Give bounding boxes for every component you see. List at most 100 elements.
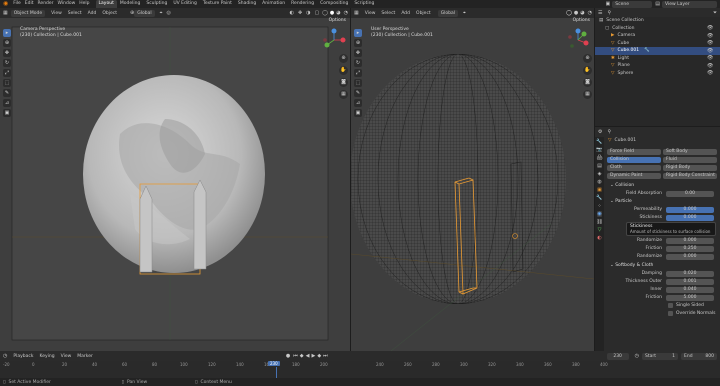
scale-tool-icon[interactable]: ⤢	[3, 69, 11, 77]
outliner-item-light[interactable]: ✱ Light	[595, 55, 720, 63]
rotate-tool-icon[interactable]: ↻	[354, 59, 362, 67]
permeability-field[interactable]: 0.000	[666, 206, 714, 213]
particles-tab-icon[interactable]: ⁘	[597, 203, 601, 209]
outliner-scene-collection[interactable]: ▤ Scene Collection	[595, 17, 720, 25]
tab-modeling[interactable]: Modeling	[117, 0, 143, 8]
search-icon[interactable]: ⚲	[605, 129, 613, 135]
zoom-icon[interactable]: ⊕	[583, 54, 592, 63]
tab-layout[interactable]: Layout	[95, 0, 117, 8]
clock-icon[interactable]: ◷	[632, 353, 642, 359]
tab-uv-editing[interactable]: UV Editing	[170, 0, 199, 8]
friction-field[interactable]: 0.250	[666, 245, 714, 252]
constraints-tab-icon[interactable]: ⛓	[596, 219, 602, 225]
rotate-tool-icon[interactable]: ↻	[3, 59, 11, 67]
view-layer-tab-icon[interactable]: ▤	[597, 163, 602, 169]
shading-render-icon[interactable]: ◔	[586, 10, 594, 16]
editor-type-icon[interactable]: ▦	[3, 10, 11, 16]
data-tab-icon[interactable]: ▽	[598, 227, 602, 233]
collision-button[interactable]: Collision	[607, 156, 661, 163]
menu-select[interactable]: Select	[378, 11, 398, 16]
modifier-tab-icon[interactable]: 🔧	[596, 195, 602, 201]
outliner-item-sphere[interactable]: ▽ Sphere	[595, 70, 720, 78]
eye-icon[interactable]: 👁	[707, 55, 713, 63]
end-frame-field[interactable]: End 800	[681, 352, 717, 360]
jump-end-icon[interactable]: ⏭	[322, 353, 329, 359]
outliner-editor-icon[interactable]: ☰	[598, 10, 605, 16]
menu-marker[interactable]: Marker	[74, 354, 96, 359]
menu-playback[interactable]: Playback	[10, 354, 36, 359]
blender-logo-icon[interactable]: ◉	[0, 0, 11, 8]
left-nav-gizmo[interactable]	[322, 28, 346, 52]
menu-file[interactable]: File	[11, 0, 23, 8]
object-tab-icon[interactable]: ▣	[597, 187, 602, 193]
timeline-ruler[interactable]: -20 0 20 40 60 80 100 120 140 160 180 20…	[0, 361, 720, 378]
dynamic-paint-button[interactable]: Dynamic Paint	[607, 172, 661, 179]
gizmo-icon[interactable]: ✥	[296, 10, 304, 16]
zoom-icon[interactable]: ⊕	[339, 54, 348, 63]
tab-animation[interactable]: Animation	[259, 0, 288, 8]
menu-help[interactable]: Help	[77, 0, 91, 8]
tab-compositing[interactable]: Compositing	[317, 0, 351, 8]
tool-tab-icon[interactable]: 🔧	[596, 139, 602, 145]
softbody-section-header[interactable]: ⌄ Softbody & Cloth	[606, 262, 718, 270]
tab-scripting[interactable]: Scripting	[351, 0, 377, 8]
scene-selector[interactable]: Scene	[612, 0, 653, 8]
tab-texture-paint[interactable]: Texture Paint	[200, 0, 235, 8]
menu-select[interactable]: Select	[65, 11, 85, 16]
randomize-field[interactable]: 0.000	[666, 237, 714, 244]
cloth-button[interactable]: Cloth	[607, 164, 661, 171]
right-viewport[interactable]: User Perspective (230) Collection | Cube…	[351, 24, 594, 351]
outliner-item-cube[interactable]: ▽ Cube	[595, 40, 720, 48]
render-tab-icon[interactable]: 📷	[596, 147, 602, 153]
timeline-editor-icon[interactable]: ◷	[3, 353, 10, 359]
ortho-toggle-icon[interactable]: ▦	[339, 90, 348, 99]
measure-tool-icon[interactable]: ⊿	[3, 99, 11, 107]
world-tab-icon[interactable]: ◍	[597, 179, 601, 185]
eye-icon[interactable]: 👁	[707, 33, 713, 41]
fluid-button[interactable]: Fluid	[663, 156, 717, 163]
shading-wire-icon[interactable]: ◯	[321, 10, 329, 16]
menu-window[interactable]: Window	[56, 0, 78, 8]
right-nav-gizmo[interactable]	[566, 28, 590, 52]
force-field-button[interactable]: Force Field	[607, 148, 661, 155]
outliner-item-camera[interactable]: ▶ Camera	[595, 32, 720, 40]
menu-add[interactable]: Add	[85, 11, 100, 16]
eye-icon[interactable]: 👁	[707, 40, 713, 48]
menu-view[interactable]: View	[58, 354, 75, 359]
rigid-body-button[interactable]: Rigid Body	[663, 164, 717, 171]
cursor-tool-icon[interactable]: ⊕	[3, 39, 11, 47]
funnel-icon[interactable]: ⏷	[710, 10, 720, 16]
eye-icon[interactable]: 👁	[707, 63, 713, 71]
inner-field[interactable]: 0.040	[666, 286, 714, 293]
visibility-icon[interactable]: ◐	[288, 10, 296, 16]
snap-icon[interactable]: ⌖	[461, 10, 468, 16]
physics-tab-icon[interactable]: ◉	[597, 211, 602, 217]
menu-add[interactable]: Add	[398, 11, 413, 16]
measure-tool-icon[interactable]: ⊿	[354, 99, 362, 107]
pan-icon[interactable]: ✋	[339, 66, 348, 75]
scene-tab-icon[interactable]: ◈	[598, 171, 602, 177]
particle-section-header[interactable]: ⌄ Particle	[606, 198, 718, 206]
friction2-field[interactable]: 5.000	[666, 294, 714, 301]
select-box-tool-icon[interactable]: ▸	[3, 29, 11, 37]
menu-keying[interactable]: Keying	[36, 354, 57, 359]
pan-icon[interactable]: ✋	[583, 66, 592, 75]
move-tool-icon[interactable]: ✥	[3, 49, 11, 57]
eye-icon[interactable]: 👁	[707, 70, 713, 78]
shading-wire-icon[interactable]: ◯	[565, 10, 573, 16]
scale-tool-icon[interactable]: ⤢	[354, 69, 362, 77]
outliner-item-plane[interactable]: ▽ Plane	[595, 62, 720, 70]
stickiness-field[interactable]: 0.000	[666, 214, 714, 221]
soft-body-button[interactable]: Soft Body	[663, 148, 717, 155]
menu-edit[interactable]: Edit	[23, 0, 36, 8]
snap-icon[interactable]: ⌖	[158, 10, 165, 16]
collision-section-header[interactable]: ⌄ Collision	[606, 182, 718, 190]
menu-render[interactable]: Render	[36, 0, 56, 8]
playhead[interactable]: 230	[268, 361, 280, 366]
menu-view[interactable]: View	[48, 11, 65, 16]
camera-view-icon[interactable]: ◙	[583, 78, 592, 87]
eye-icon[interactable]: 👁	[707, 48, 713, 56]
output-tab-icon[interactable]: 🖨	[596, 155, 602, 161]
record-icon[interactable]: ●	[284, 353, 292, 359]
outliner-item-cube-001[interactable]: ▽ Cube.001 🔧	[595, 47, 720, 55]
